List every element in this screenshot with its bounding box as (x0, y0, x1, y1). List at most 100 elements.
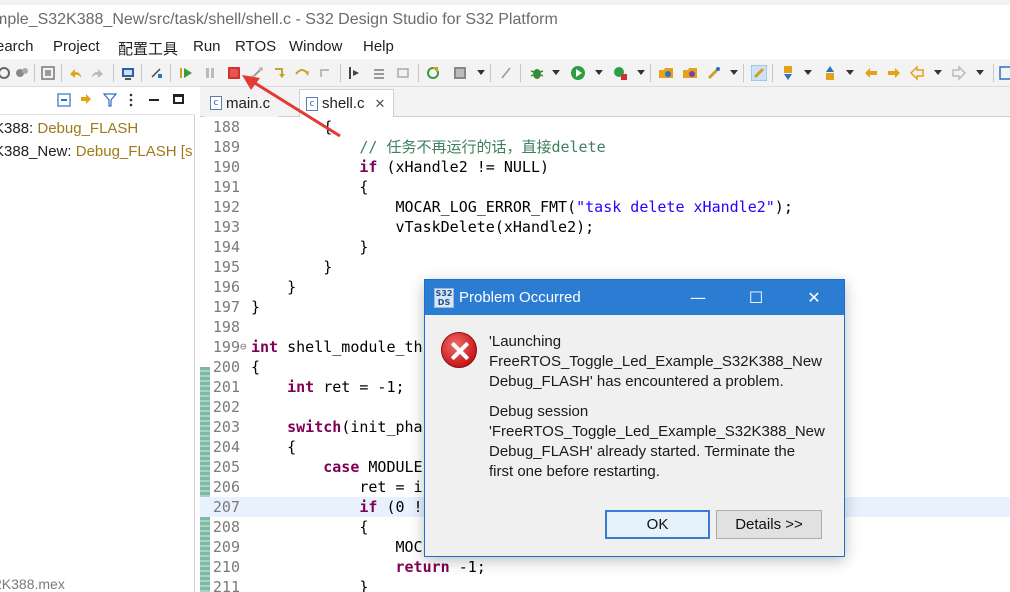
toolbar-separator (170, 64, 171, 82)
build-config: Debug_FLASH (33, 120, 139, 137)
open-type-icon[interactable] (658, 65, 674, 81)
back-icon[interactable] (909, 65, 925, 81)
toolbar-separator (520, 64, 521, 82)
details-button[interactable]: Details >> (716, 510, 822, 539)
terminate-icon[interactable] (226, 65, 242, 81)
code-line: 189 // 任务不再运行的话，直接delete (212, 138, 606, 156)
tab-main-c[interactable]: c main.c (204, 89, 279, 117)
main-toolbar (0, 59, 1010, 87)
dialog-close-button[interactable]: ✕ (785, 280, 843, 315)
window-title: mple_S32K388_New/src/task/shell/shell.c … (0, 11, 558, 28)
error-icon (441, 332, 477, 368)
step-return-icon[interactable] (318, 65, 334, 81)
prev-annotation-icon[interactable] (822, 65, 838, 81)
editor-tab-bar: c main.c c shell.c ✕ (200, 87, 1010, 117)
disconnect-icon[interactable] (249, 65, 265, 81)
view-menu-icon[interactable] (128, 93, 134, 107)
menu-rtos[interactable]: RTOS (235, 38, 276, 55)
project-explorer: K388: Debug_FLASH K388_New: Debug_FLASH … (0, 87, 195, 592)
step-over-icon[interactable] (294, 65, 310, 81)
run-icon[interactable] (570, 65, 586, 81)
save-icon[interactable] (40, 65, 56, 81)
build-config: Debug_FLASH [s (71, 143, 193, 160)
code-line: 188 { (212, 118, 333, 136)
link-editor-icon[interactable] (79, 93, 95, 107)
toolbar-separator (340, 64, 341, 82)
toolbar-separator (772, 64, 773, 82)
toggle-highlight-icon[interactable] (751, 65, 767, 81)
toolbar-separator (993, 64, 994, 82)
build-icon[interactable] (14, 65, 30, 81)
chevron-down-icon[interactable] (552, 70, 560, 75)
c-file-icon: c (210, 96, 222, 110)
toolbar-separator (650, 64, 651, 82)
menu-config-tools[interactable]: 配置工具 (118, 38, 178, 59)
resume-icon[interactable] (178, 65, 194, 81)
new-icon[interactable] (0, 65, 12, 81)
toolbar-separator (113, 64, 114, 82)
chevron-down-icon[interactable] (934, 70, 942, 75)
bug-icon[interactable] (529, 65, 545, 81)
collapse-all-icon[interactable] (57, 93, 71, 107)
panel-icon[interactable] (999, 65, 1010, 81)
run-external-icon[interactable] (425, 65, 441, 81)
maximize-view-icon[interactable] (173, 94, 184, 104)
dialog-maximize-button[interactable]: ☐ (727, 280, 785, 315)
filter-icon[interactable] (103, 93, 117, 107)
tab-label: main.c (226, 94, 271, 112)
run-tool-icon[interactable] (612, 65, 628, 81)
menu-run[interactable]: Run (193, 38, 221, 55)
chevron-down-icon[interactable] (730, 70, 738, 75)
tab-shell-c[interactable]: c shell.c ✕ (299, 89, 395, 117)
last-edit-icon[interactable] (863, 65, 879, 81)
ok-button[interactable]: OK (605, 510, 710, 539)
project-item[interactable]: K388: Debug_FLASH (0, 120, 138, 137)
toolbar-separator (490, 64, 491, 82)
error-message: 'Launching FreeRTOS_Toggle_Led_Example_S… (489, 333, 822, 390)
next-edit-icon[interactable] (886, 65, 902, 81)
restart-icon[interactable] (371, 65, 387, 81)
next-annotation-icon[interactable] (780, 65, 796, 81)
suspend-icon[interactable] (202, 65, 218, 81)
undo-icon[interactable] (67, 65, 83, 81)
project-name: K388: (0, 120, 34, 137)
c-file-icon: c (306, 96, 318, 111)
step-filter-icon[interactable] (347, 65, 363, 81)
mex-file-item[interactable]: 2K388.mex (0, 576, 65, 592)
menu-search[interactable]: earch (0, 38, 34, 55)
dialog-title: Problem Occurred (459, 289, 581, 306)
toolbar-separator (743, 64, 744, 82)
highlight-icon[interactable] (498, 65, 514, 81)
search-tool-icon[interactable] (706, 65, 722, 81)
menu-bar: earch Project 配置工具 Run RTOS Window Help (0, 35, 1010, 59)
fold-toggle-icon[interactable]: ⊖ (240, 337, 248, 357)
close-icon[interactable]: ✕ (375, 96, 386, 112)
step-into-icon[interactable] (272, 65, 288, 81)
forward-icon[interactable] (951, 65, 967, 81)
debug-icon[interactable] (148, 65, 164, 81)
code-line: 190 if (xHandle2 != NULL) (212, 158, 550, 176)
menu-project[interactable]: Project (53, 38, 100, 55)
marker-icon[interactable] (452, 65, 468, 81)
chevron-down-icon[interactable] (804, 70, 812, 75)
dialog-minimize-button[interactable]: — (669, 280, 727, 315)
menu-window[interactable]: Window (289, 38, 342, 55)
redo-icon[interactable] (90, 65, 106, 81)
chevron-down-icon[interactable] (637, 70, 645, 75)
menu-help[interactable]: Help (363, 38, 394, 55)
terminal-icon[interactable] (120, 65, 136, 81)
code-line: 193 vTaskDelete(xHandle2); (212, 218, 595, 236)
toolbar-separator (61, 64, 62, 82)
minimize-view-icon[interactable] (149, 99, 159, 101)
chevron-down-icon[interactable] (846, 70, 854, 75)
chip-icon[interactable] (395, 65, 411, 81)
open-task-icon[interactable] (682, 65, 698, 81)
dialog-title-bar: S32 DS Problem Occurred — ☐ ✕ (425, 280, 844, 315)
code-line: 210 return -1; (212, 558, 486, 576)
chevron-down-icon[interactable] (477, 70, 485, 75)
project-item[interactable]: K388_New: Debug_FLASH [s (0, 143, 192, 160)
project-name: K388_New: (0, 143, 72, 160)
chevron-down-icon[interactable] (595, 70, 603, 75)
chevron-down-icon[interactable] (976, 70, 984, 75)
tab-label: shell.c (322, 95, 365, 112)
